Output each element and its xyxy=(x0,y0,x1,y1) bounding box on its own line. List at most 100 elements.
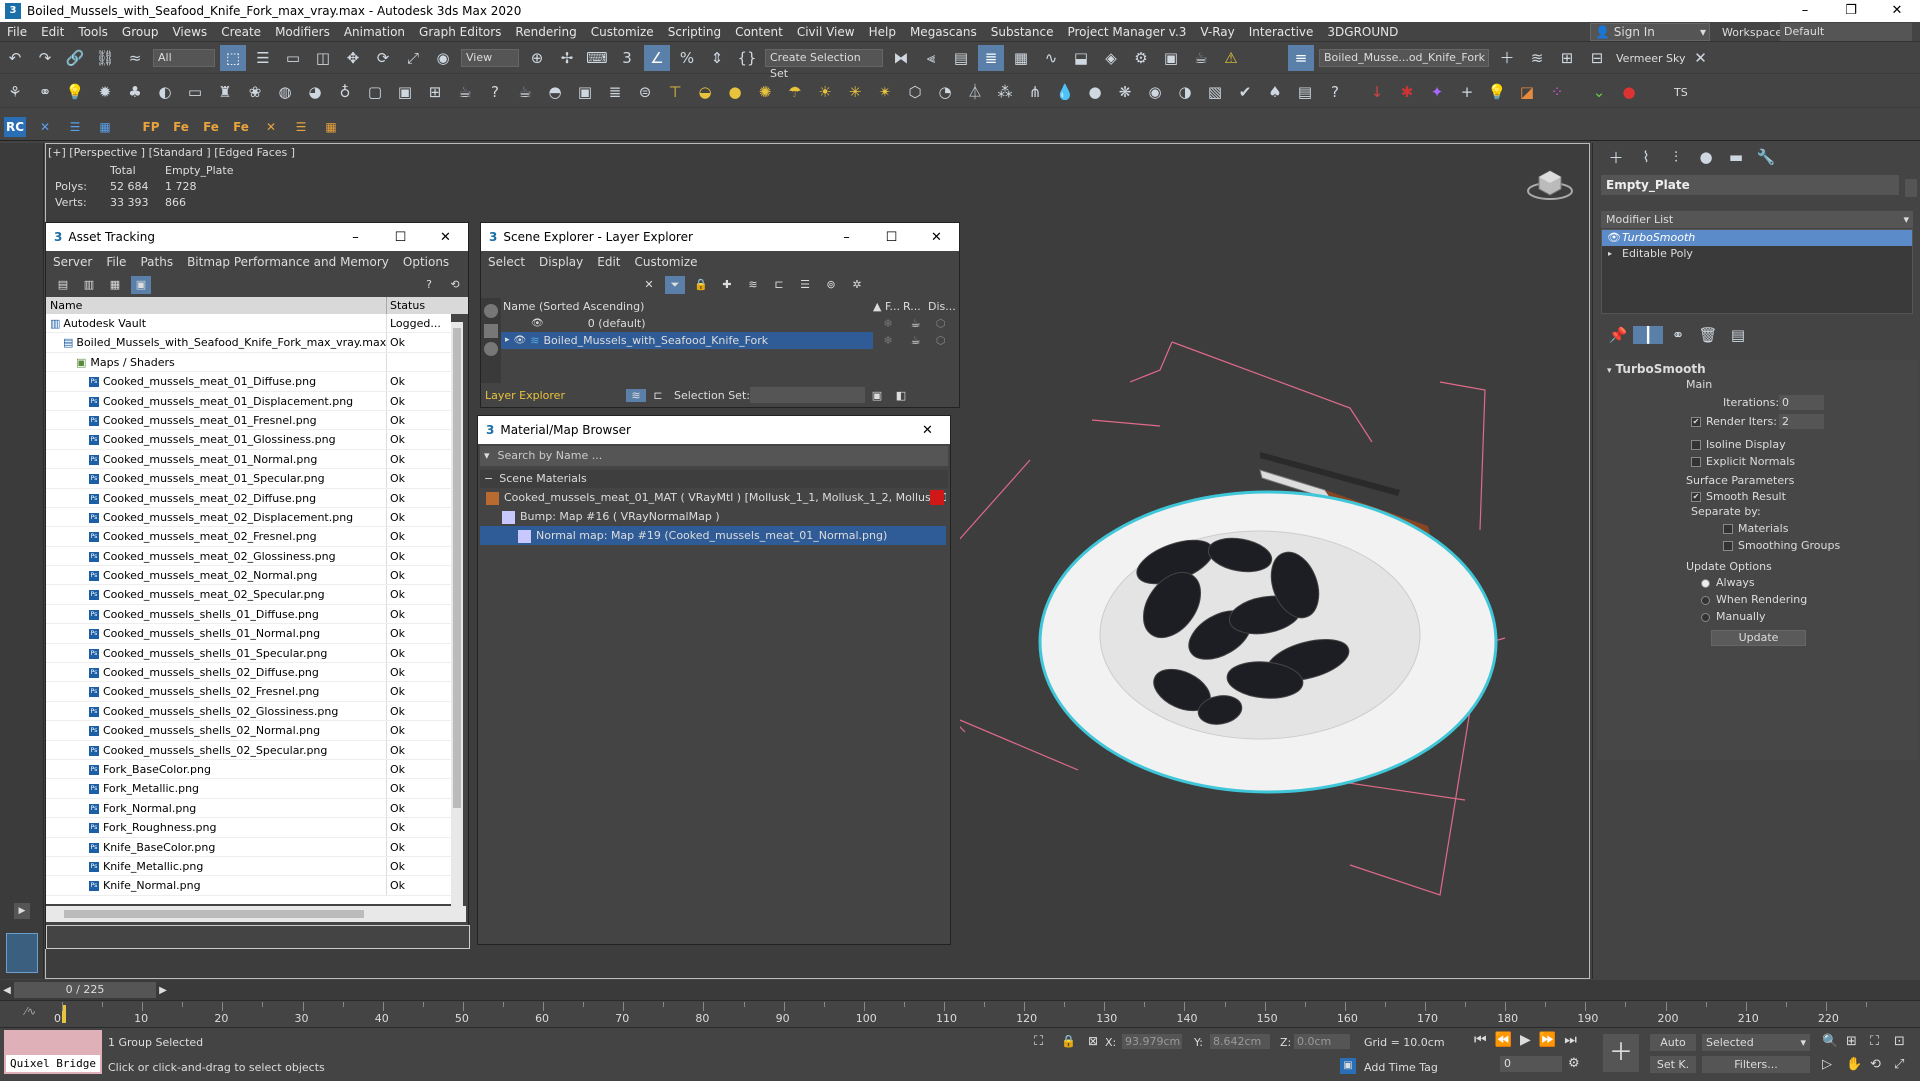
show-end-result-icon[interactable]: ┃ xyxy=(1633,326,1663,344)
filter-icon[interactable]: ⏷ xyxy=(665,276,685,294)
col-frozen[interactable]: ▲ F... xyxy=(873,298,903,315)
clear-search-icon[interactable]: ✕ xyxy=(639,276,659,294)
material-tree-row[interactable]: Bump: Map #16 ( VRayNormalMap ) xyxy=(480,507,946,526)
motion-tab-icon[interactable]: ● xyxy=(1691,148,1721,166)
view-table-icon[interactable]: ▦ xyxy=(105,276,125,294)
orange-cross-icon[interactable]: ✕ xyxy=(260,117,282,137)
time-config-icon[interactable]: ⚙ xyxy=(1568,1056,1580,1071)
panel-icon[interactable]: ▤ xyxy=(1292,79,1318,105)
table-row[interactable]: Ps Cooked_mussels_meat_02_Fresnel.png Ok xyxy=(46,527,451,547)
place-icon[interactable]: ◉ xyxy=(430,45,456,71)
menu-animation[interactable]: Animation xyxy=(337,25,412,39)
question-icon[interactable]: ? xyxy=(1322,79,1348,105)
field-of-view-icon[interactable]: ▷ xyxy=(1822,1057,1846,1072)
group-icon[interactable]: ⚭ xyxy=(32,79,58,105)
close-button[interactable]: ✕ xyxy=(905,423,950,438)
object-color-swatch[interactable] xyxy=(1905,179,1917,197)
arrow-down-icon[interactable]: ↓ xyxy=(1364,79,1390,105)
time-tag-icon[interactable]: ▣ xyxy=(1340,1058,1356,1074)
refresh-icon[interactable]: ⟲ xyxy=(445,276,465,294)
explorer-menu-customize[interactable]: Customize xyxy=(628,255,705,269)
update-button[interactable]: Update xyxy=(1711,630,1806,646)
schematic-view-icon[interactable]: ⬓ xyxy=(1068,45,1094,71)
spot-light-icon[interactable]: ⊤ xyxy=(662,79,688,105)
materials-checkbox[interactable]: Materials xyxy=(1723,522,1788,535)
ball-icon[interactable]: ● xyxy=(1082,79,1108,105)
mirror-icon[interactable]: ⧓ xyxy=(888,45,914,71)
pivot-center-icon[interactable]: ⊕ xyxy=(524,45,550,71)
table-row[interactable]: Ps Cooked_mussels_shells_02_Fresnel.png Ok xyxy=(46,682,451,702)
close-button[interactable]: ✕ xyxy=(423,230,468,245)
angle-snap-icon[interactable]: ∠ xyxy=(644,45,670,71)
curve-editor-icon[interactable]: ∿ xyxy=(1038,45,1064,71)
y-coordinate-field[interactable]: 8.642cm xyxy=(1210,1034,1270,1049)
menu-views[interactable]: Views xyxy=(165,25,214,39)
texture-icon[interactable]: ▧ xyxy=(1202,79,1228,105)
list-icon[interactable]: ≣ xyxy=(602,79,628,105)
lister-icon[interactable]: ⊜ xyxy=(632,79,658,105)
viewcube-icon[interactable] xyxy=(1525,163,1575,203)
iterations-spinner[interactable]: 0 xyxy=(1779,395,1824,410)
menu-help[interactable]: Help xyxy=(862,25,903,39)
freeze-icon[interactable]: ❄ xyxy=(873,315,903,332)
rectangle-selection-icon[interactable]: ▭ xyxy=(280,45,306,71)
eye-icon[interactable]: 👁 xyxy=(514,332,527,349)
col-name[interactable]: Name xyxy=(46,297,387,314)
table-row[interactable]: Ps Cooked_mussels_meat_01_Displacement.pn… xyxy=(46,391,451,411)
vertical-scrollbar[interactable] xyxy=(451,322,463,912)
selection-filter-dropdown[interactable]: All xyxy=(153,49,215,67)
go-to-end-icon[interactable]: ⏭ xyxy=(1564,1032,1577,1048)
timeline-ruler[interactable]: ⁄∿ 0 10 20 30 40 50 60 70 80 90 100 110 120 130 140 150… xyxy=(0,1000,1920,1027)
object-name-field[interactable]: Empty_Plate xyxy=(1601,175,1899,195)
absolute-mode-icon[interactable]: ⊠ xyxy=(1088,1034,1098,1048)
percent-snap-icon[interactable]: % xyxy=(674,45,700,71)
expand-play-icon[interactable]: ▶ xyxy=(14,903,30,919)
add-to-layer-icon[interactable]: ≋ xyxy=(1524,45,1550,71)
named-selection-set-dropdown[interactable]: Create Selection Set xyxy=(765,49,883,80)
previous-frame-icon[interactable]: ⏪ xyxy=(1495,1032,1512,1048)
atom-icon[interactable]: ✦ xyxy=(1424,79,1450,105)
smoothing-groups-checkbox[interactable]: Smoothing Groups xyxy=(1723,539,1840,552)
menu-scripting[interactable]: Scripting xyxy=(661,25,728,39)
plane-icon[interactable]: ▢ xyxy=(362,79,388,105)
menu-interactive[interactable]: Interactive xyxy=(1242,25,1321,39)
modify-tab-icon[interactable]: ⌇ xyxy=(1631,148,1661,166)
select-layer-icon[interactable]: ⊞ xyxy=(1554,45,1580,71)
edit-selection-icon[interactable]: ◧ xyxy=(889,389,913,402)
maximize-button[interactable]: ☐ xyxy=(378,230,423,245)
particles-icon[interactable]: ❋ xyxy=(1112,79,1138,105)
table-row[interactable]: Ps Knife_Metallic.png Ok xyxy=(46,856,451,877)
explorer-sort-icon[interactable]: ≋ xyxy=(626,388,646,402)
table-row[interactable]: Ps Cooked_mussels_meat_02_Specular.png Ok xyxy=(46,585,451,605)
minimize-button[interactable]: – xyxy=(1782,0,1828,22)
menu-edit[interactable]: Edit xyxy=(34,25,71,39)
rc-icon[interactable]: RC xyxy=(4,116,26,137)
menu-create[interactable]: Create xyxy=(214,25,268,39)
layer-explorer-dropdown[interactable]: Layer Explorer xyxy=(481,389,626,402)
stack-item-editable-poly[interactable]: ▸ Editable Poly xyxy=(1602,246,1912,262)
asset-menu-bitmap-performance-and-memory[interactable]: Bitmap Performance and Memory xyxy=(180,255,396,269)
explorer-menu-select[interactable]: Select xyxy=(481,255,532,269)
hierarchy-icon[interactable]: ⊏ xyxy=(769,276,789,294)
orange-list-icon[interactable]: ☰ xyxy=(290,117,312,137)
view-tree-icon[interactable]: ▣ xyxy=(131,276,151,294)
table-row[interactable]: Ps Fork_BaseColor.png Ok xyxy=(46,759,451,780)
minimize-button[interactable]: – xyxy=(824,230,869,245)
layers-icon[interactable]: ≋ xyxy=(743,276,763,294)
layer-explorer-icon[interactable]: ≣ xyxy=(978,45,1004,71)
camera-icon[interactable]: ◐ xyxy=(152,79,178,105)
x-coordinate-field[interactable]: 93.979cm xyxy=(1122,1034,1182,1049)
table-row[interactable]: Ps Cooked_mussels_shells_01_Diffuse.png Ok xyxy=(46,604,451,625)
set-current-layer-icon[interactable]: ⊟ xyxy=(1584,45,1610,71)
explorer-menu-display[interactable]: Display xyxy=(532,255,590,269)
fe-icon-3[interactable]: Fe xyxy=(230,117,252,137)
mesh-light-icon[interactable]: ◕ xyxy=(302,79,328,105)
renderable-icon[interactable]: ☕ xyxy=(903,332,928,349)
check-icon[interactable]: ✔ xyxy=(1232,79,1258,105)
fur-icon[interactable]: ❀ xyxy=(242,79,268,105)
explicit-normals-checkbox[interactable]: Explicit Normals xyxy=(1691,455,1795,468)
tool-list-icon[interactable]: ☰ xyxy=(64,117,86,137)
table-row[interactable]: Ps Cooked_mussels_meat_02_Diffuse.png Ok xyxy=(46,488,451,508)
asset-menu-file[interactable]: File xyxy=(99,255,133,269)
scrollbar-thumb[interactable] xyxy=(64,910,364,918)
